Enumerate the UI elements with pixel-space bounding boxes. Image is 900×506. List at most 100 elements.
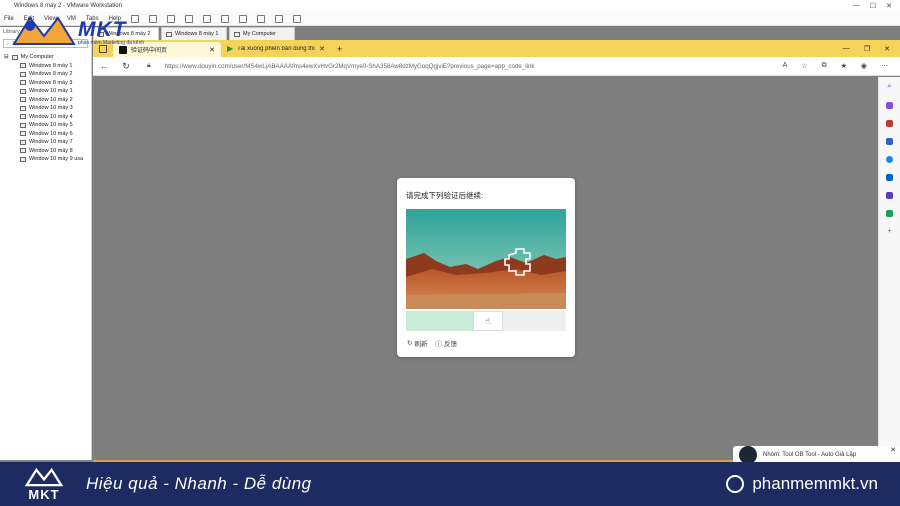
close-button[interactable]: ✕ (886, 2, 892, 10)
refresh-button[interactable]: ↻ (115, 61, 137, 72)
sidebar-toggle-icon[interactable] (202, 14, 211, 23)
play-icon: ▶ (227, 44, 234, 53)
extensions-icon[interactable]: ⧉ (822, 62, 827, 70)
tree-item-label: Window 10 máy 6 (29, 130, 73, 137)
vm-icon (20, 88, 26, 94)
tree-item[interactable]: Window 10 máy 8 (4, 147, 91, 156)
url-field[interactable]: https://www.douyin.com/user/MS4wLjABAAAA… (165, 63, 625, 70)
tab-label: My Computer (243, 31, 277, 37)
feedback-icon: ⓘ (435, 341, 442, 348)
tab-windows-8-may-1[interactable]: Windows 8 máy 1 (161, 27, 227, 40)
mkt-logo-mark (24, 467, 64, 487)
tab-my-computer[interactable]: My Computer (229, 27, 295, 40)
office-icon[interactable] (886, 156, 893, 163)
tree-item[interactable]: Window 10 máy 3 (4, 104, 91, 113)
fullscreen-icon[interactable] (238, 14, 247, 23)
tree-item-label: Window 10 máy 2 (29, 96, 73, 103)
vm-icon (20, 105, 26, 111)
captcha-slider-track[interactable]: ☝︎ (406, 311, 566, 331)
captcha-dialog: 请完成下列验证后继续: ☝︎ ↻ 刷新 ⓘ 反馈 (397, 178, 575, 357)
globe-icon (726, 475, 745, 493)
copilot-icon[interactable] (886, 102, 893, 109)
browser-restore-button[interactable]: ❐ (864, 45, 870, 53)
profile-icon[interactable]: ◉ (861, 62, 867, 70)
vm-icon (20, 122, 26, 128)
revert-icon[interactable] (166, 14, 175, 23)
browser-minimize-button[interactable]: — (843, 45, 850, 53)
close-tab-icon[interactable]: ✕ (319, 45, 325, 53)
vm-icon (166, 31, 172, 37)
collapse-icon[interactable]: ⊟ (4, 54, 9, 60)
tree-root-my-computer[interactable]: ⊟ My Computer (4, 53, 91, 62)
refresh-link[interactable]: ↻ 刷新 (407, 338, 427, 348)
computer-icon (11, 54, 18, 60)
tree-item-label: Windows 8 máy 1 (29, 62, 73, 69)
thumbnail-icon[interactable] (220, 14, 229, 23)
library-sidebar: Library ⌕ Type here to search ⊟ My Compu… (0, 27, 92, 460)
tree-item[interactable]: Window 10 máy 7 (4, 138, 91, 147)
favorite-icon[interactable]: ☆ (801, 62, 807, 70)
brand-banner: MKT Hiệu quả - Nhanh - Dễ dùng phanmemmk… (0, 462, 900, 506)
feedback-link[interactable]: ⓘ 反馈 (435, 338, 457, 348)
browser-window-controls: — ❐ ✕ (843, 45, 900, 53)
vm-icon (20, 80, 26, 86)
new-tab-button[interactable]: + (331, 44, 348, 54)
browser-tab-download[interactable]: ▶ Tải xuống phiên bản dùng thử m ✕ (221, 41, 331, 56)
tree-item-label: Window 10 máy 1 (29, 88, 73, 95)
designer-icon[interactable] (886, 192, 893, 199)
read-aloud-icon[interactable]: A (783, 62, 788, 70)
vm-icon (20, 156, 26, 162)
search-icon[interactable]: ⌕ (888, 83, 892, 91)
vm-icon (20, 114, 26, 120)
douyin-icon (119, 45, 127, 54)
unity-icon[interactable] (256, 14, 265, 23)
search-icon: ⌕ (6, 41, 9, 47)
tree-item[interactable]: Windows 8 máy 1 (4, 62, 91, 71)
browser-tab-strip: 验证码中间页 ✕ ▶ Tải xuống phiên bản dùng thử … (93, 40, 900, 57)
logo-text: MKT (28, 487, 60, 502)
console-icon[interactable] (274, 14, 283, 23)
stretch-icon[interactable] (292, 14, 301, 23)
favorites-list-icon[interactable]: ★ (841, 62, 847, 70)
computer-icon (234, 31, 240, 37)
tree-item-label: Window 10 máy 8 (29, 147, 73, 154)
maximize-button[interactable]: ☐ (870, 2, 876, 10)
browser-sidebar: ⌕ + (878, 77, 900, 460)
tree-item[interactable]: Windows 8 máy 2 (4, 70, 91, 79)
tree-item-label: Window 10 máy 3 (29, 105, 73, 112)
more-options-icon[interactable]: ⋯ (881, 62, 888, 70)
back-button[interactable]: ← (93, 61, 115, 71)
browser-tab-label: 验证码中间页 (131, 48, 168, 54)
mkt-watermark: MKT phần mềm Marketing đa kênh (12, 12, 152, 46)
add-icon[interactable]: + (887, 228, 891, 235)
manage-snapshots-icon[interactable] (184, 14, 193, 23)
tree-item-label: Window 10 máy 5 (29, 122, 73, 129)
tree-item[interactable]: Windows 8 máy 3 (4, 79, 91, 88)
tree-item[interactable]: Window 10 máy 6 (4, 130, 91, 139)
website: phanmemmkt.vn (726, 474, 878, 494)
slogan: Hiệu quả - Nhanh - Dễ dùng (86, 474, 312, 493)
tree-item[interactable]: Window 10 máy 5 (4, 121, 91, 130)
tree-item-label: Windows 8 máy 2 (29, 71, 73, 78)
address-bar: ← ↻ 🔒︎ https://www.douyin.com/user/MS4wL… (93, 57, 900, 76)
browser-tab-label: Tải xuống phiên bản dùng thử m (237, 45, 315, 52)
tree-icon[interactable] (886, 210, 893, 217)
slider-handle[interactable]: ☝︎ (473, 311, 503, 331)
tree-item[interactable]: Window 10 máy 4 (4, 113, 91, 122)
vm-icon (20, 71, 26, 77)
tree-item[interactable]: Window 10 máy 1 (4, 87, 91, 96)
watermark-sub: phần mềm Marketing đa kênh (78, 40, 145, 46)
people-icon[interactable] (886, 138, 893, 145)
outlook-icon[interactable] (886, 174, 893, 181)
vm-icon (20, 131, 26, 137)
tree-item[interactable]: Window 10 máy 9 usa (4, 155, 91, 164)
tree-item[interactable]: Window 10 máy 2 (4, 96, 91, 105)
vmware-titlebar: Windows 8 máy 2 - VMware Workstation — ☐… (0, 0, 900, 12)
minimize-button[interactable]: — (853, 2, 860, 10)
feedback-label: 反馈 (443, 341, 457, 348)
browser-close-button[interactable]: ✕ (884, 45, 890, 53)
tools-icon[interactable] (886, 120, 893, 127)
close-tab-icon[interactable]: ✕ (209, 46, 215, 54)
close-notification-icon[interactable]: ✕ (890, 446, 896, 454)
vmware-title: Windows 8 máy 2 - VMware Workstation (14, 3, 122, 9)
